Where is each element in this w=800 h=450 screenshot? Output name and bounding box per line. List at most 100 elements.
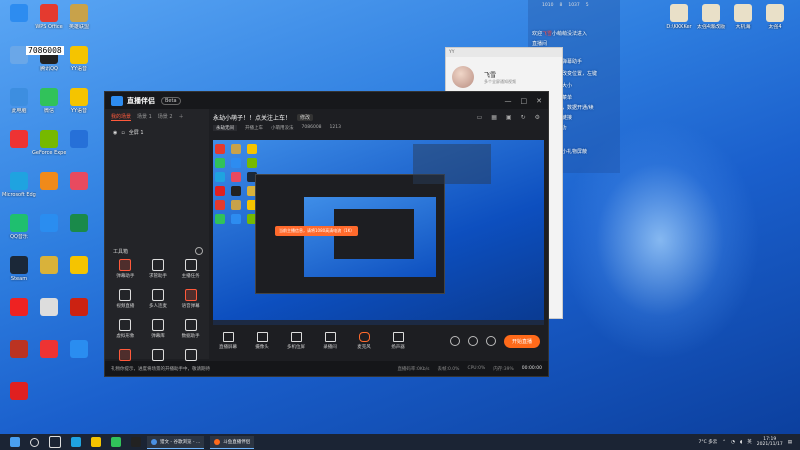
- preview-toggle-icon[interactable]: [467, 336, 478, 346]
- source-control-label: 麦克风: [357, 345, 371, 350]
- desktop-file-icon[interactable]: 大机海: [726, 4, 760, 30]
- search-icon[interactable]: [30, 437, 39, 447]
- grid-icon[interactable]: ▦: [491, 114, 497, 121]
- app-icon: [10, 4, 28, 22]
- network-icon[interactable]: ◔: [731, 440, 735, 445]
- desktop-icon[interactable]: [62, 130, 96, 150]
- desktop-icon[interactable]: YY语音: [62, 46, 96, 72]
- tab-scene-1[interactable]: 场景 1: [137, 113, 152, 121]
- language-indicator[interactable]: 英: [747, 439, 752, 445]
- tool-button[interactable]: 弹幕库: [142, 319, 175, 339]
- scene-item[interactable]: ◉ ▫ 全屏 1: [105, 125, 209, 140]
- desktop-icon-label: WPS Office: [35, 24, 63, 30]
- desktop-icon[interactable]: [2, 130, 36, 150]
- tool-button[interactable]: 视频直播: [109, 289, 142, 309]
- source-control-button[interactable]: 摄像头: [247, 332, 277, 350]
- notification-icon[interactable]: ▤: [788, 440, 792, 445]
- desktop-icon[interactable]: [2, 382, 36, 402]
- desktop-icon[interactable]: [2, 340, 36, 360]
- desktop-icon[interactable]: Steam: [2, 256, 36, 282]
- tool-icon: [184, 259, 197, 271]
- source-control-label: 直播屏幕: [219, 345, 237, 350]
- desktop-icon[interactable]: [32, 172, 66, 192]
- source-control-button[interactable]: 直播屏幕: [213, 332, 243, 350]
- desktop-icon[interactable]: GeForce Experience: [32, 130, 66, 156]
- source-control-button[interactable]: 扬声器: [383, 332, 413, 350]
- desktop-icon[interactable]: [62, 256, 96, 276]
- app-icon: [10, 298, 28, 316]
- stream-preview[interactable]: 当前主播信息，请将1080高清电流（1K）: [213, 140, 544, 325]
- category-badge[interactable]: 永劫无间: [213, 125, 237, 131]
- tab-my-scenes[interactable]: 我的场景: [111, 113, 132, 121]
- desktop-icon[interactable]: [2, 298, 36, 318]
- toolbox-collapse-icon[interactable]: [195, 247, 203, 255]
- weather[interactable]: 7°C 多云: [699, 439, 718, 445]
- desktop-file-icon[interactable]: 太强4: [758, 4, 792, 30]
- desktop-icon[interactable]: [32, 214, 66, 234]
- maximize-icon[interactable]: □: [521, 97, 528, 105]
- lock-icon[interactable]: ▣: [506, 114, 512, 121]
- desktop-icon[interactable]: 微信: [32, 88, 66, 114]
- close-icon[interactable]: ✕: [536, 97, 542, 105]
- qq-icon[interactable]: [131, 437, 141, 447]
- desktop-icon[interactable]: [62, 340, 96, 360]
- taskbar-app-browser[interactable]: 猎文 - 谷歌浏览 - ...: [147, 435, 205, 449]
- desktop-icon[interactable]: [32, 340, 66, 360]
- desktop-icon-label: 大机海: [735, 24, 751, 30]
- tool-button[interactable]: 求管助手: [142, 259, 175, 279]
- start-icon[interactable]: [10, 437, 20, 447]
- app-icon: [10, 130, 28, 148]
- source-control-button[interactable]: 麦克风: [349, 332, 379, 350]
- tab-scene-2[interactable]: 场景 2: [158, 113, 173, 121]
- edge-icon[interactable]: [71, 437, 81, 447]
- tool-button[interactable]: 语音弹幕: [174, 289, 207, 309]
- desktop-file-icon[interactable]: D:\KKKKer: [662, 4, 696, 30]
- monitor-icon[interactable]: ▭: [477, 114, 483, 121]
- info-item: 开播上车: [245, 126, 263, 131]
- preview-app-icon: [215, 158, 225, 168]
- add-scene-icon[interactable]: ＋: [179, 113, 184, 121]
- desktop-icon[interactable]: [2, 4, 36, 24]
- wechat-icon[interactable]: [111, 437, 121, 447]
- taskbar-app-companion[interactable]: 斗鱼直播伴侣: [210, 435, 255, 449]
- chevron-up-icon[interactable]: ⌃: [722, 440, 726, 445]
- desktop-icon-label: 腾讯QQ: [40, 66, 58, 72]
- tool-button[interactable]: 数据助手: [174, 319, 207, 339]
- desktop-icon[interactable]: [62, 214, 96, 234]
- file-explorer-icon[interactable]: [91, 437, 101, 447]
- desktop-icon[interactable]: [62, 298, 96, 318]
- settings-icon[interactable]: [485, 336, 496, 346]
- desktop-icon[interactable]: Microsoft Edge: [2, 172, 36, 198]
- desktop-icon[interactable]: 此电脑: [2, 88, 36, 114]
- tool-button[interactable]: 多人连麦: [142, 289, 175, 309]
- modify-title-button[interactable]: 修改: [297, 113, 314, 121]
- settings-icon[interactable]: ⚙: [535, 114, 540, 121]
- desktop-file-icon[interactable]: 太强4爆改版: [694, 4, 728, 30]
- eye-icon[interactable]: ◉: [113, 130, 117, 136]
- source-control-button[interactable]: 录播间: [315, 332, 345, 350]
- tool-button[interactable]: 主播任务: [174, 259, 207, 279]
- volume-icon[interactable]: ◖: [740, 440, 742, 445]
- desktop-icon[interactable]: WPS Office: [32, 4, 66, 30]
- app-titlebar[interactable]: 直播伴侣 Beta — □ ✕: [105, 92, 548, 109]
- source-control-button[interactable]: 多机位屏: [281, 332, 311, 350]
- desktop-icon[interactable]: 英雄联盟: [62, 4, 96, 30]
- task-view-icon[interactable]: [49, 436, 61, 448]
- desktop-icon[interactable]: [62, 172, 96, 192]
- tool-label: 语音弹幕: [181, 304, 200, 309]
- clock[interactable]: 17:19 2021/11/17: [757, 437, 783, 447]
- live-companion-window[interactable]: 直播伴侣 Beta — □ ✕ 我的场景 场景 1 场景 2 ＋ ◉ ▫ 全屏 …: [104, 91, 549, 377]
- source-control-icon: [324, 332, 336, 342]
- desktop-icon[interactable]: [32, 298, 66, 318]
- tool-button[interactable]: 虚拟形象: [109, 319, 142, 339]
- start-live-button[interactable]: 开始直播: [503, 334, 540, 348]
- desktop-icon[interactable]: [32, 256, 66, 276]
- lock-icon[interactable]: ▫: [121, 130, 124, 136]
- minimize-icon[interactable]: —: [505, 97, 512, 105]
- desktop-icon[interactable]: YY语音: [62, 88, 96, 114]
- refresh-icon[interactable]: ↻: [521, 114, 526, 121]
- tool-button[interactable]: 弹幕助手: [109, 259, 142, 279]
- desktop-icon[interactable]: QQ音乐: [2, 214, 36, 240]
- status-bar: 礼物你提示，进度将场景的开播助手中，敬请期待 直播码率:0Kb/s 丢帧:0.0…: [105, 361, 548, 376]
- record-icon[interactable]: [449, 336, 460, 346]
